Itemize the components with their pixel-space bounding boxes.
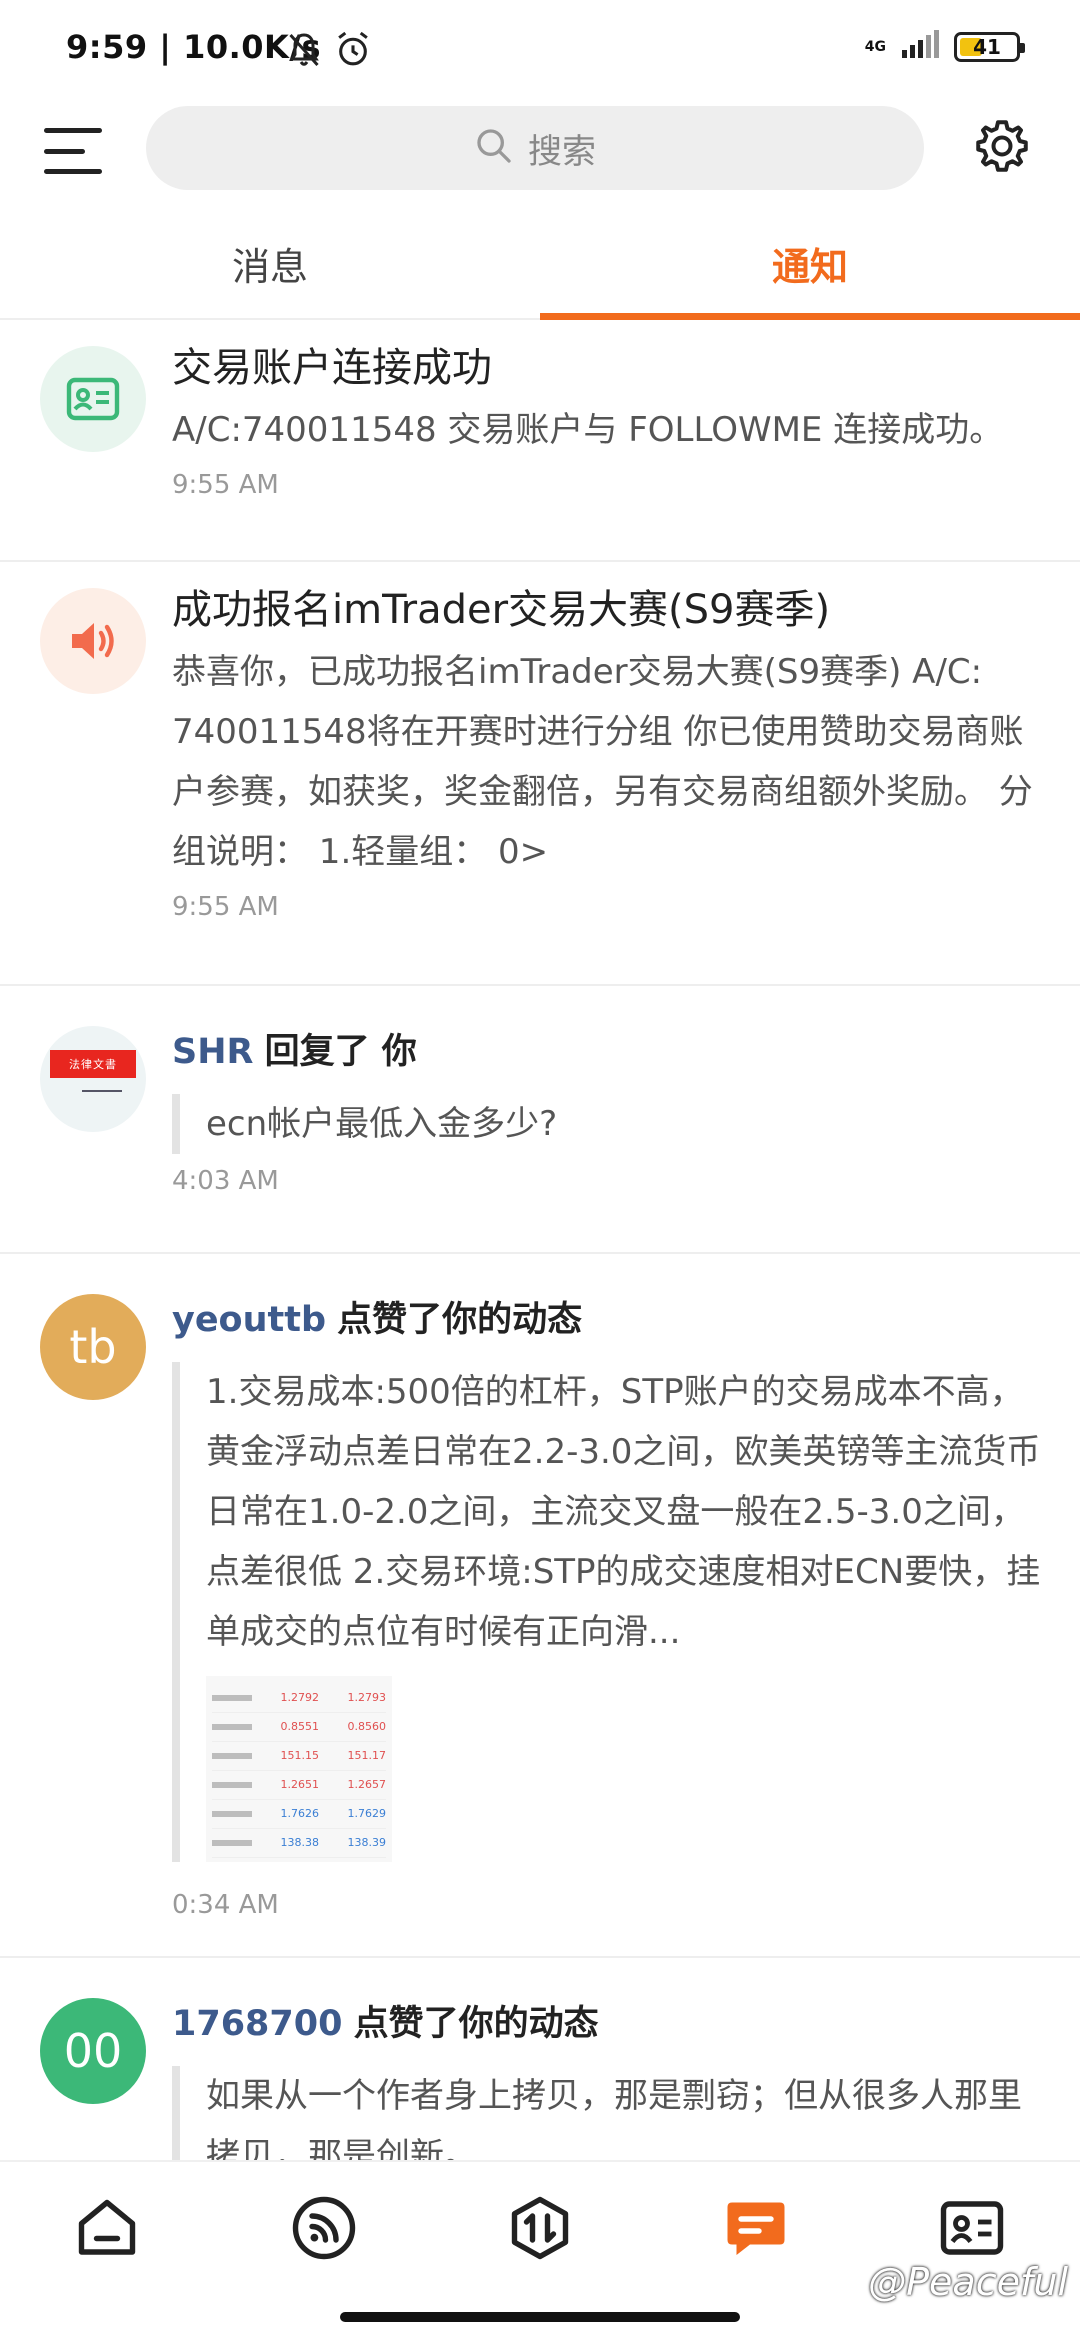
username-link[interactable]: yeouttb (172, 1300, 326, 1340)
thumbnail-quote-row: 1.2651 1.2657 (212, 1771, 386, 1800)
thumbnail-quote-row: 1.2792 1.2793 (212, 1684, 386, 1713)
search-icon (474, 126, 514, 170)
home-indicator[interactable] (340, 2312, 740, 2322)
status-bar: 9:59 | 10.0K/s 4G 41 (0, 0, 1080, 100)
notification-user-line: SHR 回复了 你 (172, 1028, 1050, 1076)
search-input[interactable]: 搜索 (146, 106, 924, 190)
notification-time: 9:55 AM (172, 892, 279, 922)
avatar-stamp-text: 法律文書 (69, 1058, 117, 1071)
hamburger-line (44, 128, 102, 133)
notifications-screen: 9:59 | 10.0K/s 4G 41 搜索 消息 通知 交易账户连接成功 A… (0, 0, 1080, 2340)
notification-action: 点赞了你的动态 (337, 1300, 583, 1340)
thumbnail-quote-row: 1.7626 1.7629 (212, 1800, 386, 1829)
thumbnail-bid: 1.2792 (280, 1691, 320, 1704)
avatar-initials: tb (69, 1320, 117, 1374)
notification-item[interactable]: 成功报名imTrader交易大赛(S9赛季) 恭喜你，已成功报名imTrader… (0, 562, 1080, 986)
search-placeholder: 搜索 (528, 131, 596, 172)
network-type: 4G (864, 39, 886, 55)
notification-body: 恭喜你，已成功报名imTrader交易大赛(S9赛季) A/C: 7400115… (172, 652, 1033, 872)
active-tab-indicator (540, 313, 1080, 320)
notification-body: A/C:740011548 交易账户与 FOLLOWME 连接成功。 (172, 410, 1004, 450)
notification-item[interactable]: 法律文書 SHR 回复了 你 ecn帐户最低入金多少? 4:03 AM (0, 986, 1080, 1254)
notification-action: 点赞了你的动态 (353, 2004, 599, 2044)
thumbnail-bid: 151.15 (280, 1749, 320, 1762)
hamburger-line (44, 169, 102, 174)
user-avatar[interactable]: 00 (40, 1998, 146, 2104)
alarm-icon (334, 30, 372, 74)
thumbnail-symbol (212, 1840, 252, 1846)
notification-item[interactable]: 交易账户连接成功 A/C:740011548 交易账户与 FOLLOWME 连接… (0, 320, 1080, 562)
notification-user-line: yeouttb 点赞了你的动态 (172, 1296, 1050, 1344)
notification-action: 回复了 你 (264, 1032, 417, 1072)
thumbnail-bid: 138.38 (280, 1836, 320, 1849)
settings-gear-icon[interactable] (972, 116, 1032, 176)
username-link[interactable]: 1768700 (172, 2004, 342, 2044)
quoted-text: 如果从一个作者身上拷贝，那是剽窃；但从很多人那里拷贝，那是创新。 (172, 2066, 1050, 2160)
bell-muted-icon (286, 30, 322, 74)
notification-list: 交易账户连接成功 A/C:740011548 交易账户与 FOLLOWME 连接… (0, 320, 1080, 2160)
notification-time: 9:55 AM (172, 470, 279, 500)
thumbnail-ask: 1.7629 (347, 1807, 387, 1820)
thumbnail-ask: 1.2793 (347, 1691, 387, 1704)
top-bar: 搜索 (0, 100, 1080, 210)
notification-title: 成功报名imTrader交易大赛(S9赛季) (172, 587, 831, 633)
thumbnail-quote-row: 151.15 151.17 (212, 1742, 386, 1771)
quoted-text: ecn帐户最低入金多少? (172, 1094, 1050, 1154)
thumbnail-symbol (212, 1811, 252, 1817)
thumbnail-quote-row: 138.38 138.39 (212, 1829, 386, 1858)
notification-time: 4:03 AM (172, 1166, 279, 1196)
post-thumbnail[interactable]: 1.2792 1.2793 0.8551 0.8560 151.15 151.17 1.26… (206, 1676, 392, 1862)
user-avatar[interactable]: tb (40, 1294, 146, 1400)
battery-icon: 41 (954, 32, 1025, 62)
thumbnail-bid: 1.7626 (280, 1807, 320, 1820)
thumbnail-ask: 151.17 (347, 1749, 387, 1762)
menu-button[interactable] (44, 122, 102, 180)
quoted-post[interactable]: 1.交易成本:500倍的杠杆，STP账户的交易成本不高，黄金浮动点差日常在2.2… (172, 1362, 1050, 1862)
thumbnail-symbol (212, 1753, 252, 1759)
status-right-cluster: 4G 41 (864, 30, 1025, 64)
status-time-speed: 9:59 | 10.0K/s (66, 28, 322, 66)
nav-trade-icon[interactable] (504, 2192, 576, 2264)
thumbnail-ask: 0.8560 (347, 1720, 387, 1733)
notification-item[interactable]: 00 1768700 点赞了你的动态 如果从一个作者身上拷贝，那是剽窃；但从很多… (0, 1958, 1080, 2160)
nav-feed-icon[interactable] (288, 2192, 360, 2264)
tab-notifications[interactable]: 通知 (540, 228, 1080, 320)
battery-percent: 41 (973, 35, 1001, 59)
notification-item[interactable]: tb yeouttb 点赞了你的动态 1.交易成本:500倍的杠杆，STP账户的… (0, 1254, 1080, 1958)
id-card-icon (40, 346, 146, 452)
tab-messages[interactable]: 消息 (0, 228, 540, 320)
thumbnail-ask: 138.39 (347, 1836, 387, 1849)
notification-user-line: 1768700 点赞了你的动态 (172, 2000, 1050, 2048)
thumbnail-ask: 1.2657 (347, 1778, 387, 1791)
username-link[interactable]: SHR (172, 1032, 253, 1072)
tab-bar: 消息 通知 (0, 228, 1080, 320)
watermark-text: @Peaceful (868, 2260, 1068, 2304)
user-avatar[interactable]: 法律文書 (40, 1026, 146, 1132)
thumbnail-quote-row: 0.8551 0.8560 (212, 1713, 386, 1742)
thumbnail-bid: 1.2651 (280, 1778, 320, 1791)
thumbnail-symbol (212, 1782, 252, 1788)
nav-home-icon[interactable] (71, 2192, 143, 2264)
avatar-initials: 00 (63, 2024, 123, 2078)
quoted-text: 1.交易成本:500倍的杠杆，STP账户的交易成本不高，黄金浮动点差日常在2.2… (206, 1372, 1041, 1652)
notification-title: 交易账户连接成功 (172, 345, 492, 391)
speaker-icon (40, 588, 146, 694)
nav-message-icon[interactable] (720, 2192, 792, 2264)
thumbnail-bid: 0.8551 (280, 1720, 320, 1733)
signal-icon (900, 30, 940, 64)
thumbnail-symbol (212, 1724, 252, 1730)
notification-time: 0:34 AM (172, 1890, 279, 1920)
thumbnail-symbol (212, 1695, 252, 1701)
avatar-signature (82, 1090, 122, 1092)
hamburger-line (44, 148, 85, 154)
nav-profile-card-icon[interactable] (936, 2192, 1008, 2264)
